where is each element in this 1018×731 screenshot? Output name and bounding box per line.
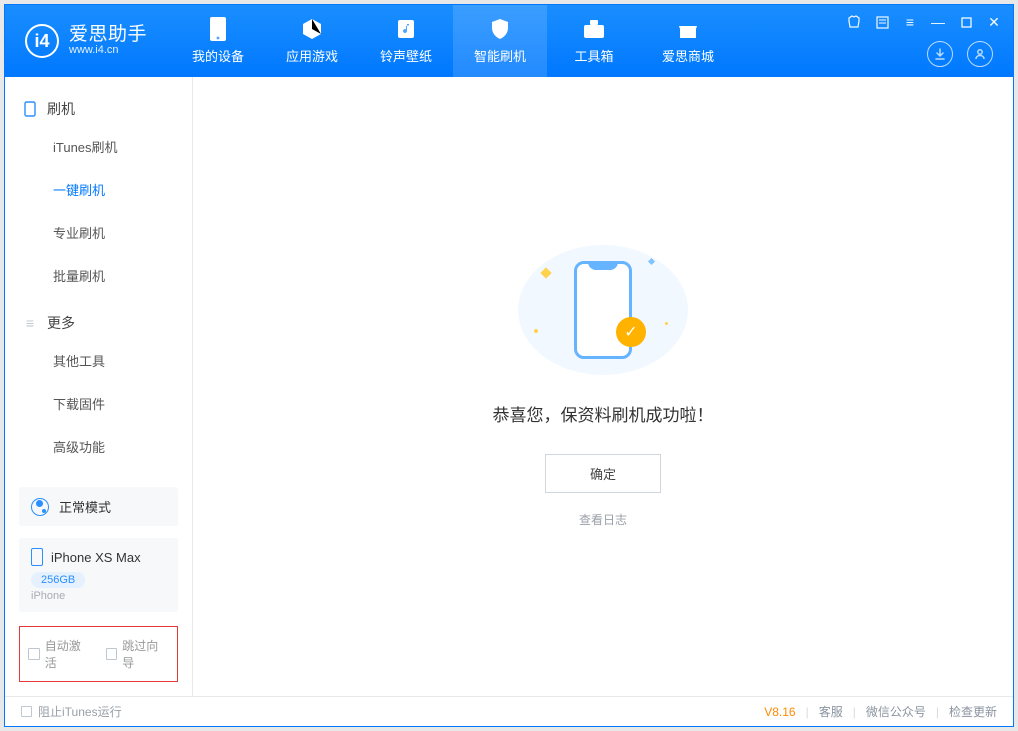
phone-icon <box>23 102 37 116</box>
checkbox-auto-activate[interactable]: 自动激活 <box>28 637 92 671</box>
group-title: 刷机 <box>47 99 75 119</box>
mode-icon <box>31 498 49 516</box>
close-button[interactable]: ✕ <box>985 13 1003 31</box>
bottom-options-highlight: 自动激活 跳过向导 <box>19 626 178 682</box>
nav-smart-flash[interactable]: 智能刷机 <box>453 5 547 77</box>
sidebar-item-other-tools[interactable]: 其他工具 <box>5 339 192 382</box>
check-badge-icon: ✓ <box>616 317 646 347</box>
wechat-link[interactable]: 微信公众号 <box>866 703 926 720</box>
nav-label: 智能刷机 <box>474 46 526 65</box>
body: 刷机 iTunes刷机 一键刷机 专业刷机 批量刷机 ≡ 更多 其他工具 下载固… <box>5 77 1013 696</box>
nav-label: 我的设备 <box>192 46 244 65</box>
success-illustration: ✓ <box>518 245 688 375</box>
version-label: V8.16 <box>764 705 795 719</box>
check-update-link[interactable]: 检查更新 <box>949 703 997 720</box>
ok-button[interactable]: 确定 <box>545 454 661 493</box>
list-icon: ≡ <box>23 316 37 330</box>
nav-my-device[interactable]: 我的设备 <box>171 5 265 77</box>
cube-icon <box>300 17 324 41</box>
view-log-link[interactable]: 查看日志 <box>579 511 627 528</box>
window-controls: ≡ — ✕ <box>845 13 1003 31</box>
store-icon <box>676 17 700 41</box>
device-icon <box>206 17 230 41</box>
app-site: www.i4.cn <box>69 45 147 57</box>
logo: i4 爱思助手 www.i4.cn <box>5 24 163 58</box>
group-flash: 刷机 <box>5 93 192 125</box>
titlebar: i4 爱思助手 www.i4.cn 我的设备 应用游戏 铃声壁纸 智能刷机 <box>5 5 1013 77</box>
device-name: iPhone XS Max <box>51 550 141 565</box>
device-type: iPhone <box>31 590 166 602</box>
user-button[interactable] <box>967 41 993 67</box>
checkbox-icon <box>106 648 118 660</box>
sidebar-item-batch-flash[interactable]: 批量刷机 <box>5 254 192 297</box>
download-button[interactable] <box>927 41 953 67</box>
sparkle-icon <box>540 267 551 278</box>
nav-label: 工具箱 <box>575 46 614 65</box>
nav-label: 应用游戏 <box>286 46 338 65</box>
block-itunes-label[interactable]: 阻止iTunes运行 <box>38 703 122 720</box>
sidebar-item-advanced[interactable]: 高级功能 <box>5 425 192 468</box>
app-window: i4 爱思助手 www.i4.cn 我的设备 应用游戏 铃声壁纸 智能刷机 <box>4 4 1014 727</box>
main-content: ✓ 恭喜您，保资料刷机成功啦！ 确定 查看日志 <box>193 77 1013 696</box>
sparkle-icon <box>648 258 655 265</box>
checkbox-icon <box>28 648 40 660</box>
top-nav: 我的设备 应用游戏 铃声壁纸 智能刷机 工具箱 爱思商城 <box>171 5 735 77</box>
music-note-icon <box>394 17 418 41</box>
toolbox-icon <box>582 17 606 41</box>
success-message: 恭喜您，保资料刷机成功啦！ <box>493 401 714 426</box>
statusbar: 阻止iTunes运行 V8.16 | 客服 | 微信公众号 | 检查更新 <box>5 696 1013 726</box>
menu-icon[interactable]: ≡ <box>901 13 919 31</box>
app-title: 爱思助手 <box>69 25 147 45</box>
sidebar-item-onekey-flash[interactable]: 一键刷机 <box>5 168 192 211</box>
checkbox-icon[interactable] <box>21 706 32 717</box>
phone-icon <box>31 548 43 566</box>
nav-label: 爱思商城 <box>662 46 714 65</box>
device-card[interactable]: iPhone XS Max 256GB iPhone <box>19 538 178 612</box>
nav-apps-games[interactable]: 应用游戏 <box>265 5 359 77</box>
mode-label: 正常模式 <box>59 497 111 516</box>
mode-card[interactable]: 正常模式 <box>19 487 178 526</box>
shield-refresh-icon <box>488 17 512 41</box>
nav-ringtone-wallpaper[interactable]: 铃声壁纸 <box>359 5 453 77</box>
device-capacity: 256GB <box>31 572 85 588</box>
theme-icon[interactable] <box>845 13 863 31</box>
sidebar: 刷机 iTunes刷机 一键刷机 专业刷机 批量刷机 ≡ 更多 其他工具 下载固… <box>5 77 193 696</box>
group-title: 更多 <box>47 313 75 333</box>
logo-icon: i4 <box>25 24 59 58</box>
nav-store[interactable]: 爱思商城 <box>641 5 735 77</box>
feedback-icon[interactable] <box>873 13 891 31</box>
support-link[interactable]: 客服 <box>819 703 843 720</box>
sidebar-nav: 刷机 iTunes刷机 一键刷机 专业刷机 批量刷机 ≡ 更多 其他工具 下载固… <box>5 77 192 478</box>
sidebar-item-itunes-flash[interactable]: iTunes刷机 <box>5 125 192 168</box>
checkbox-skip-guide[interactable]: 跳过向导 <box>106 637 170 671</box>
dot-icon <box>665 322 668 325</box>
minimize-button[interactable]: — <box>929 13 947 31</box>
titlebar-actions <box>927 41 993 67</box>
sidebar-item-pro-flash[interactable]: 专业刷机 <box>5 211 192 254</box>
maximize-button[interactable] <box>957 13 975 31</box>
nav-label: 铃声壁纸 <box>380 46 432 65</box>
group-more: ≡ 更多 <box>5 307 192 339</box>
sidebar-item-download-firmware[interactable]: 下载固件 <box>5 382 192 425</box>
nav-toolbox[interactable]: 工具箱 <box>547 5 641 77</box>
dot-icon <box>534 329 538 333</box>
